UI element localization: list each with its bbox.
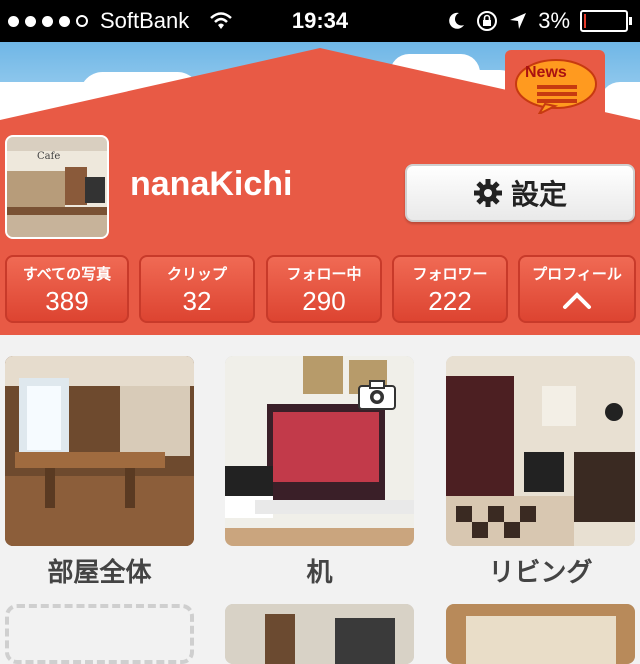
album-photo [446,604,635,664]
news-label: News [525,64,567,81]
album-caption: 部屋全体 [47,558,152,588]
username: nanaKichi [130,165,293,203]
battery-percent: 3% [538,8,570,33]
avatar[interactable]: Cafe [5,135,109,239]
stat-value: 32 [182,286,212,316]
album-photo [225,604,414,664]
stat-label: フォロー中 [286,265,362,283]
add-album-placeholder[interactable] [5,604,194,664]
location-arrow-icon [510,13,527,29]
stat-following[interactable]: フォロー中 290 [266,255,382,323]
news-button[interactable]: News [505,50,605,122]
settings-button[interactable]: 設定 [405,164,635,222]
stat-label: プロフィール [532,265,622,283]
stat-label: すべての写真 [22,265,112,283]
album-photo [5,356,194,546]
avatar-sign-text: Cafe [37,151,60,162]
stat-value: 222 [428,286,472,316]
gear-icon [473,179,502,207]
avatar-photo: Cafe [7,137,107,237]
album-photo [446,356,635,546]
stat-followers[interactable]: フォロワー 222 [392,255,508,323]
status-right: 3% [446,8,632,34]
album-tile[interactable] [225,356,414,546]
album-tile[interactable] [225,604,414,664]
stat-label: クリップ [166,265,227,283]
status-bar: SoftBank 19:34 3% [0,0,640,42]
battery-fill [584,14,586,28]
moon-icon [449,12,465,29]
stat-clips[interactable]: クリップ 32 [139,255,255,323]
album-tile[interactable] [5,356,194,546]
album-caption: リビング [488,558,593,588]
settings-label: 設定 [510,178,567,211]
stat-all-photos[interactable]: すべての写真 389 [5,255,129,323]
album-caption: 机 [306,558,333,588]
stat-profile[interactable]: プロフィール [518,255,636,323]
rotation-lock-icon [477,11,498,31]
stat-value: 389 [45,286,89,316]
chevron-up-icon [563,292,591,309]
album-tile[interactable] [446,356,635,546]
camera-icon [358,380,396,410]
stat-label: フォロワー [412,265,488,283]
album-tile[interactable] [446,604,635,664]
battery-icon [580,10,632,32]
stat-value: 290 [302,286,346,316]
